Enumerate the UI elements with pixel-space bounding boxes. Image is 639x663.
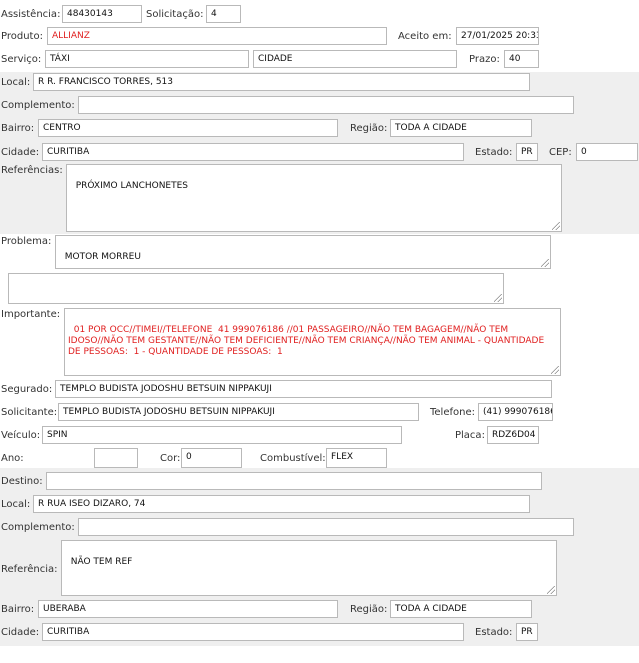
servico-label: Serviço: (1, 54, 42, 65)
telefone-field[interactable]: (41) 999076186 (478, 403, 553, 421)
combustivel-field[interactable]: FLEX (326, 448, 387, 468)
bairro-field[interactable]: CENTRO (38, 119, 338, 137)
bairro-label: Bairro: (1, 123, 35, 134)
referencias-label: Referências: (1, 165, 63, 176)
assistencia-label: Assistência: (1, 9, 61, 20)
resize-grip-icon[interactable] (547, 586, 555, 594)
resize-grip-icon[interactable] (552, 222, 560, 230)
destino-regiao-label: Região: (350, 604, 388, 615)
resize-grip-icon[interactable] (494, 294, 502, 302)
destino-referencia-label: Referência: (1, 564, 58, 575)
resize-grip-icon[interactable] (551, 366, 559, 374)
segurado-label: Segurado: (1, 384, 53, 395)
estado-label: Estado: (475, 147, 513, 158)
segurado-field[interactable]: TEMPLO BUDISTA JODOSHU BETSUIN NIPPAKUJI (55, 380, 552, 398)
complemento-label: Complemento: (1, 100, 75, 111)
problema-text: MOTOR MORREU (64, 252, 141, 262)
destino-local-label: Local: (1, 499, 31, 510)
regiao-field[interactable]: TODA A CIDADE (390, 119, 532, 137)
assistencia-field[interactable]: 48430143 (62, 5, 142, 23)
solicitacao-label: Solicitação: (146, 9, 204, 20)
aceito-field[interactable]: 27/01/2025 20:33 (456, 27, 539, 45)
solicitante-label: Solicitante: (1, 407, 58, 418)
ano-field[interactable] (94, 448, 138, 468)
estado-field[interactable]: PR (516, 143, 538, 161)
combustivel-label: Combustível: (260, 453, 326, 464)
veiculo-label: Veículo: (1, 430, 41, 441)
destino-bairro-field[interactable]: UBERABA (38, 600, 338, 618)
cidade-label: Cidade: (1, 147, 40, 158)
telefone-label: Telefone: (430, 407, 475, 418)
destino-cidade-field[interactable]: CURITIBA (42, 623, 464, 641)
regiao-label: Região: (350, 123, 388, 134)
cep-label: CEP: (549, 147, 572, 158)
local-field[interactable]: R R. FRANCISCO TORRES, 513 (33, 73, 530, 91)
ano-label: Ano: (1, 453, 24, 464)
problema-label: Problema: (1, 236, 52, 247)
importante-text: 01 POR OCC//TIMEI//TELEFONE 41 999076186… (68, 325, 548, 357)
referencias-text: PRÓXIMO LANCHONETES (75, 181, 189, 191)
destino-field[interactable] (46, 472, 542, 490)
aceito-label: Aceito em: (398, 31, 452, 42)
destino-bairro-label: Bairro: (1, 604, 35, 615)
local-label: Local: (1, 77, 31, 88)
veiculo-field[interactable]: SPIN (42, 426, 402, 444)
cep-field[interactable]: 0 (576, 143, 638, 161)
destino-estado-label: Estado: (475, 627, 513, 638)
complemento-field[interactable] (78, 96, 574, 114)
problema-textarea[interactable]: MOTOR MORREU (55, 235, 551, 269)
solicitante-field[interactable]: TEMPLO BUDISTA JODOSHU BETSUIN NIPPAKUJI (58, 403, 419, 421)
destino-local-field[interactable]: R RUA ISEO DIZARO, 74 (33, 495, 530, 513)
extra-textarea[interactable] (8, 273, 504, 304)
prazo-label: Prazo: (469, 54, 500, 65)
importante-label: Importante: (1, 309, 61, 320)
servico-field[interactable]: TÁXI (45, 50, 249, 68)
prazo-field[interactable]: 40 (504, 50, 539, 68)
placa-label: Placa: (455, 430, 485, 441)
placa-field[interactable]: RDZ6D04 (487, 426, 539, 444)
referencias-textarea[interactable]: PRÓXIMO LANCHONETES (66, 164, 562, 232)
destino-complemento-label: Complemento: (1, 522, 75, 533)
produto-label: Produto: (1, 31, 43, 42)
cor-label: Cor: (160, 453, 181, 464)
destino-label: Destino: (1, 476, 43, 487)
solicitacao-field[interactable]: 4 (206, 5, 241, 23)
resize-grip-icon[interactable] (541, 259, 549, 267)
produto-field[interactable]: ALLIANZ (47, 27, 387, 45)
cor-field[interactable]: 0 (181, 448, 242, 468)
destino-regiao-field[interactable]: TODA A CIDADE (390, 600, 532, 618)
cidade-field[interactable]: CURITIBA (42, 143, 464, 161)
importante-textarea[interactable]: 01 POR OCC//TIMEI//TELEFONE 41 999076186… (64, 308, 561, 376)
destino-referencia-textarea[interactable]: NÃO TEM REF (61, 540, 557, 596)
destino-complemento-field[interactable] (78, 518, 574, 536)
destino-cidade-label: Cidade: (1, 627, 40, 638)
destino-estado-field[interactable]: PR (516, 623, 538, 641)
servico-tipo-field[interactable]: CIDADE (253, 50, 457, 68)
destino-referencia-text: NÃO TEM REF (70, 557, 133, 567)
